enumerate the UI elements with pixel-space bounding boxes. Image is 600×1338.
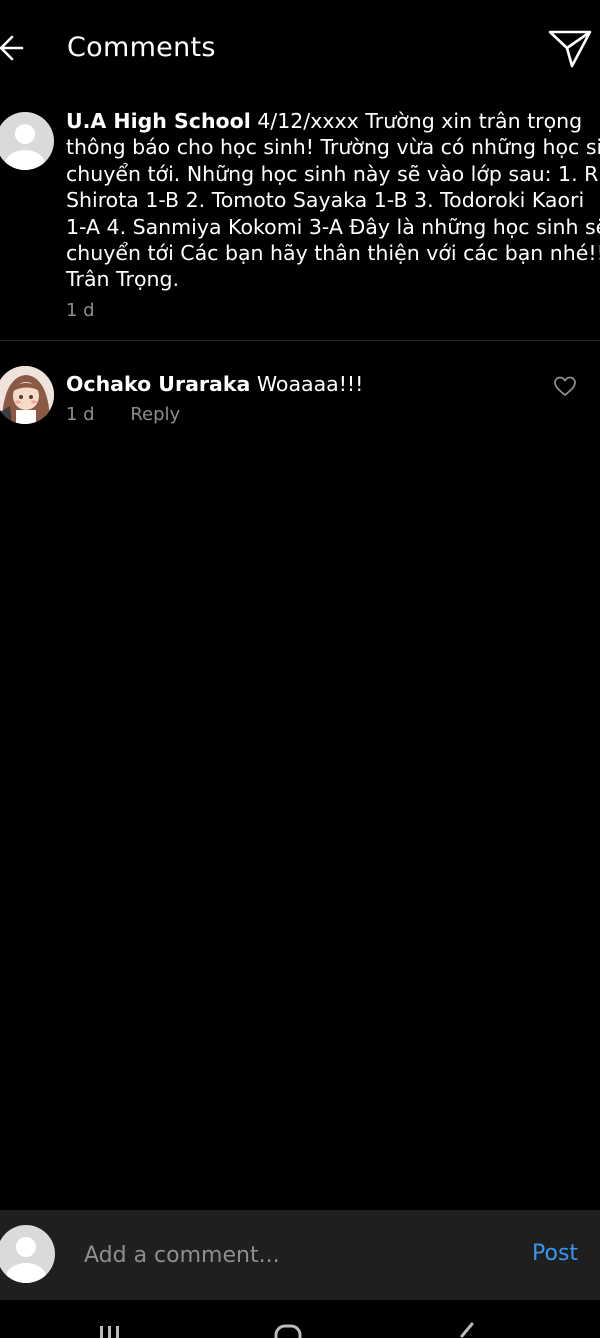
post-button[interactable]: Post bbox=[532, 1241, 578, 1266]
home-icon[interactable] bbox=[274, 1322, 302, 1338]
comment-meta: 1 d Reply bbox=[66, 404, 180, 425]
caption-line-7: Trân Trọng. bbox=[66, 267, 180, 292]
comment-timestamp: 1 d bbox=[66, 404, 95, 425]
caption-text-line: 4/12/xxxx Trường xin trân trọng bbox=[257, 109, 583, 133]
header-bar: Comments bbox=[0, 0, 600, 96]
caption-line-3: chuyển tới. Những học sinh này sẽ vào lớ… bbox=[66, 161, 600, 186]
post-caption: U.A High School 4/12/xxxx Trường xin trâ… bbox=[0, 108, 600, 341]
caption-text: U.A High School 4/12/xxxx Trường xin trâ… bbox=[66, 108, 600, 293]
recent-apps-icon[interactable] bbox=[96, 1322, 124, 1338]
caption-line-6: chuyển tới Các bạn hãy thân thiện với cá… bbox=[66, 241, 600, 266]
caption-line-4: Shirota 1-B 2. Tomoto Sayaka 1-B 3. Todo… bbox=[66, 188, 585, 213]
comment-input[interactable] bbox=[82, 1234, 506, 1276]
default-avatar-icon bbox=[6, 1237, 46, 1283]
comment-composer: Post bbox=[0, 1210, 600, 1300]
page-title: Comments bbox=[67, 32, 216, 63]
caption-line-1: U.A High School 4/12/xxxx Trường xin trâ… bbox=[66, 108, 600, 134]
heart-outline-icon[interactable] bbox=[553, 375, 577, 397]
caption-timestamp: 1 d bbox=[66, 300, 95, 321]
current-user-avatar bbox=[0, 1225, 55, 1283]
comment-text: Ochako Uraraka Woaaaa!!! bbox=[66, 372, 363, 396]
back-arrow-icon[interactable] bbox=[0, 28, 30, 68]
default-avatar-icon bbox=[5, 124, 45, 170]
ochako-avatar-image bbox=[0, 366, 54, 424]
school-avatar[interactable] bbox=[0, 112, 54, 170]
system-back-icon[interactable] bbox=[452, 1320, 480, 1338]
comment-item: Ochako Uraraka Woaaaa!!! 1 d Reply bbox=[0, 362, 600, 442]
caption-line-2: thông báo cho học sinh! Trường vừa có nh… bbox=[66, 135, 600, 160]
commenter-avatar[interactable] bbox=[0, 366, 54, 424]
caption-line-5: 1-A 4. Sanmiya Kokomi 3-A Đây là những h… bbox=[66, 214, 600, 239]
comment-body: Woaaaa!!! bbox=[256, 372, 364, 396]
system-nav-bar bbox=[0, 1300, 600, 1338]
caption-username[interactable]: U.A High School bbox=[66, 109, 251, 133]
send-icon[interactable] bbox=[546, 26, 594, 70]
comment-username[interactable]: Ochako Uraraka bbox=[66, 372, 250, 396]
reply-button[interactable]: Reply bbox=[130, 404, 180, 425]
